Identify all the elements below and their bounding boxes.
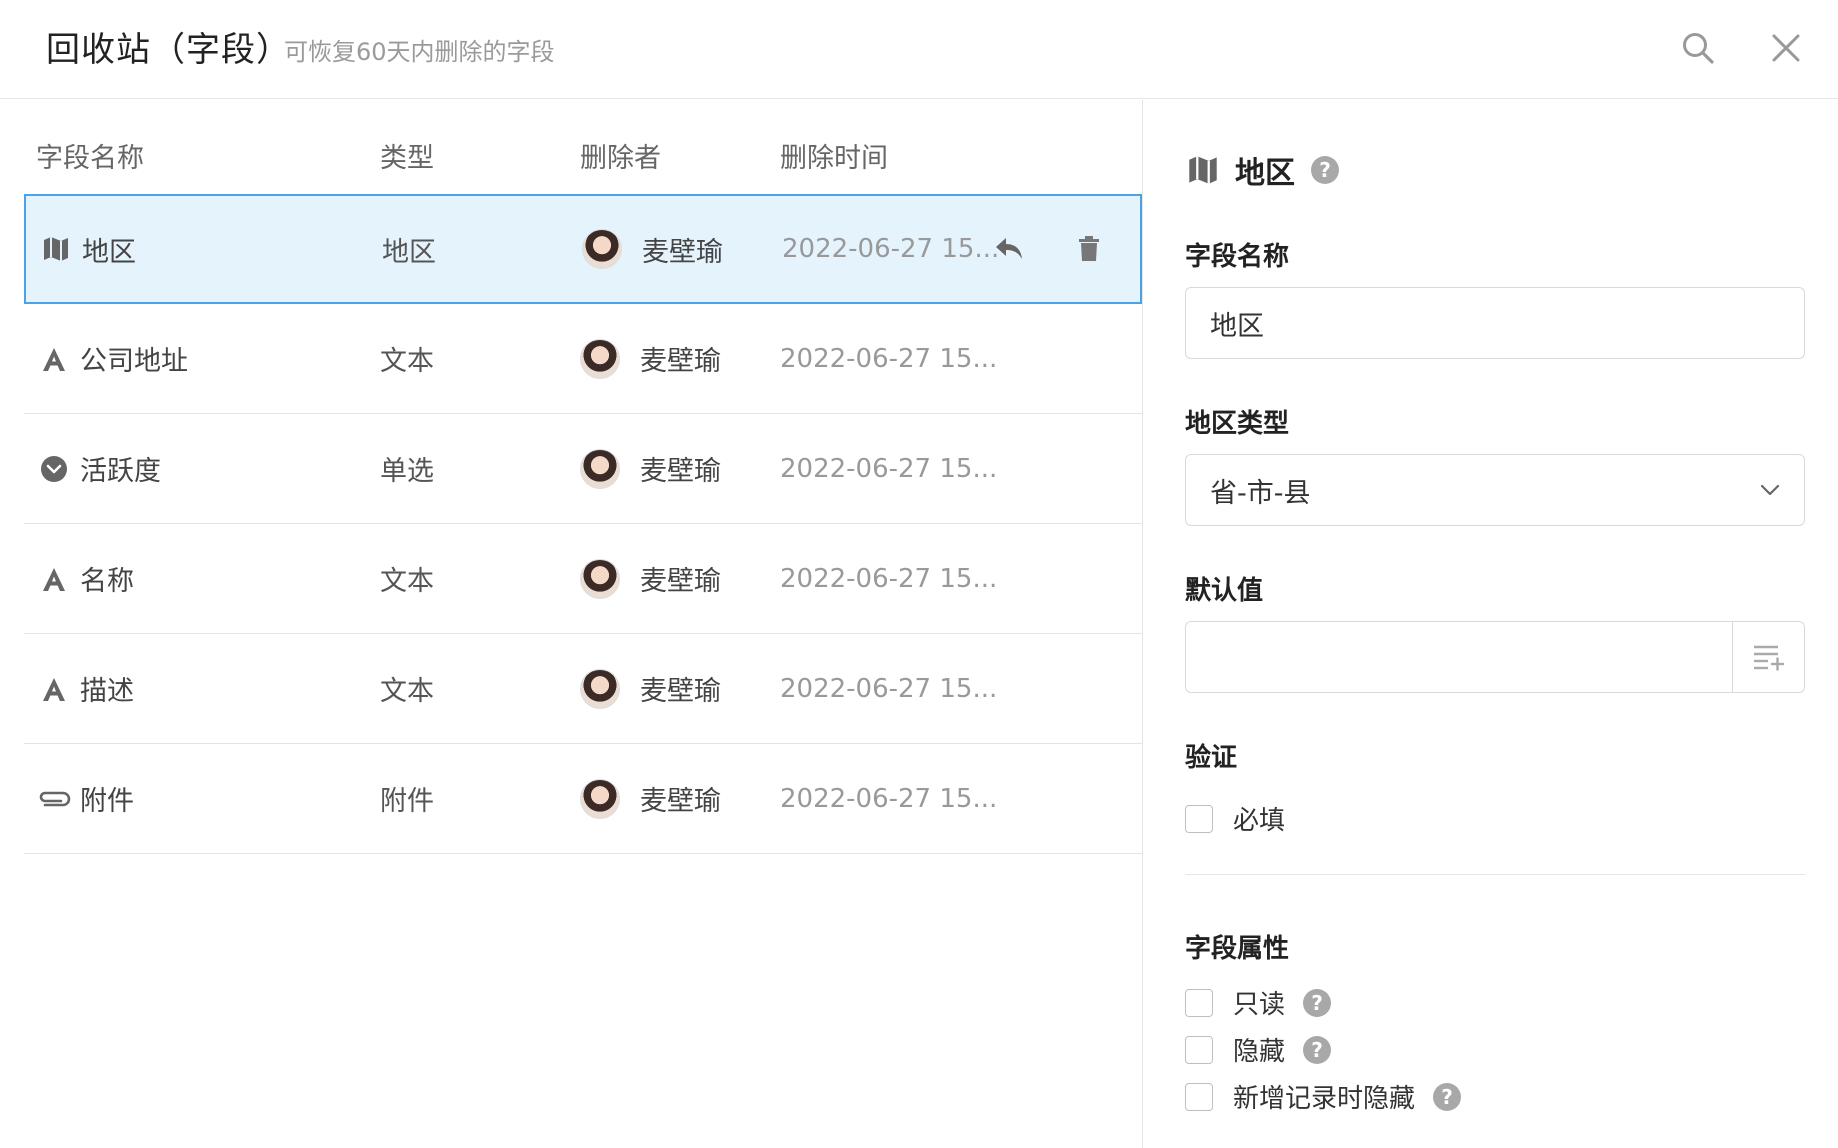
table-row[interactable]: 活跃度 单选 麦壁瑜 2022-06-27 15... [24, 414, 1142, 524]
hidden-label: 隐藏 [1233, 1037, 1286, 1067]
help-icon[interactable]: ? [1303, 988, 1332, 1017]
column-header-name: 字段名称 [36, 143, 144, 174]
deleter: 麦壁瑜 [580, 634, 721, 743]
deleter: 麦壁瑜 [580, 524, 721, 633]
deleter-name: 麦壁瑜 [640, 346, 721, 377]
text-icon [36, 304, 72, 413]
column-header-deleter: 删除者 [580, 143, 661, 174]
deleter: 麦壁瑜 [580, 744, 721, 853]
hidden-checkbox[interactable] [1185, 1035, 1213, 1064]
field-rows: 地区 地区 麦壁瑜 2022-06-27 15... 公司地址 文本 麦壁瑜 2… [24, 194, 1142, 854]
hide-on-new-label: 新增记录时隐藏 [1233, 1084, 1416, 1114]
detail-title: 地区 [1235, 156, 1295, 191]
field-type: 单选 [380, 456, 434, 487]
close-button[interactable] [1764, 26, 1808, 70]
detail-header: 地区 ? [1187, 148, 1339, 192]
text-icon [36, 634, 72, 743]
delete-time: 2022-06-27 15... [782, 234, 1000, 264]
help-icon[interactable]: ? [1303, 1035, 1332, 1064]
region-type-select[interactable]: 省-市-县 [1185, 454, 1805, 526]
dialog-subtitle: 可恢复60天内删除的字段 [284, 38, 555, 66]
attachment-icon [36, 744, 72, 853]
delete-time: 2022-06-27 15... [780, 453, 998, 484]
deleter: 麦壁瑜 [582, 196, 723, 302]
deleter-name: 麦壁瑜 [642, 236, 723, 268]
delete-time: 2022-06-27 15... [780, 343, 998, 374]
deleted-fields-list: 字段名称 类型 删除者 删除时间 地区 地区 麦壁瑜 2022-06-27 15… [0, 100, 1142, 1148]
close-icon [1772, 34, 1800, 62]
default-value-label: 默认值 [1185, 576, 1264, 606]
deleter-name: 麦壁瑜 [640, 456, 721, 487]
insert-formula-button[interactable] [1732, 622, 1804, 692]
field-type: 文本 [380, 676, 434, 707]
table-row[interactable]: 名称 文本 麦壁瑜 2022-06-27 15... [24, 524, 1142, 634]
readonly-checkbox[interactable] [1185, 988, 1213, 1017]
field-name-input[interactable]: 地区 [1185, 287, 1805, 359]
delete-time: 2022-06-27 15... [780, 673, 998, 704]
hide-on-new-checkbox[interactable] [1185, 1082, 1213, 1111]
avatar [580, 338, 620, 379]
delete-time: 2022-06-27 15... [780, 783, 998, 814]
field-name: 活跃度 [80, 456, 161, 487]
delete-time: 2022-06-27 15... [780, 563, 998, 594]
dialog-header: 回收站（字段） 可恢复60天内删除的字段 [0, 0, 1838, 99]
deleter: 麦壁瑜 [580, 304, 721, 413]
deleter-name: 麦壁瑜 [640, 566, 721, 597]
help-icon[interactable]: ? [1311, 156, 1339, 184]
restore-button[interactable] [994, 196, 1024, 302]
map-icon [1189, 156, 1217, 184]
field-detail-panel: 地区 ? 字段名称 地区 地区类型 省-市-县 默认值 验证 必填 字段属性 只… [1143, 100, 1838, 1148]
table-row[interactable]: 地区 地区 麦壁瑜 2022-06-27 15... [24, 194, 1142, 304]
field-name: 描述 [80, 676, 134, 707]
avatar [582, 229, 622, 269]
deleter: 麦壁瑜 [580, 414, 721, 523]
avatar [580, 778, 620, 819]
field-type: 文本 [380, 346, 434, 377]
field-props-label: 字段属性 [1185, 934, 1290, 964]
table-row[interactable]: 描述 文本 麦壁瑜 2022-06-27 15... [24, 634, 1142, 744]
dialog-title: 回收站（字段） [46, 30, 291, 70]
readonly-label: 只读 [1233, 990, 1286, 1020]
field-name-label: 字段名称 [1185, 242, 1290, 272]
field-type: 地区 [382, 236, 436, 268]
field-name: 公司地址 [80, 346, 188, 377]
deleter-name: 麦壁瑜 [640, 676, 721, 707]
chevron-down-icon [1760, 484, 1780, 496]
region-type-value: 省-市-县 [1210, 477, 1311, 509]
avatar [580, 558, 620, 599]
field-name: 附件 [80, 786, 134, 817]
field-name: 地区 [82, 236, 136, 268]
required-checkbox[interactable] [1185, 804, 1213, 833]
column-header-type: 类型 [380, 143, 434, 174]
required-label: 必填 [1233, 806, 1286, 836]
field-type: 附件 [380, 786, 434, 817]
help-icon[interactable]: ? [1433, 1082, 1462, 1111]
table-row[interactable]: 附件 附件 麦壁瑜 2022-06-27 15... [24, 744, 1142, 854]
text-icon [36, 524, 72, 633]
validation-label: 验证 [1185, 743, 1238, 773]
field-name-value: 地区 [1210, 310, 1264, 342]
hide-on-new-option[interactable]: 新增记录时隐藏 ? [1185, 1078, 1462, 1115]
avatar [580, 448, 620, 489]
search-icon [1683, 33, 1714, 64]
list-add-icon [1753, 645, 1784, 671]
restore-icon [996, 238, 1022, 259]
region-type-label: 地区类型 [1185, 409, 1290, 439]
required-option[interactable]: 必填 [1185, 800, 1285, 837]
readonly-option[interactable]: 只读 ? [1185, 984, 1332, 1021]
field-type: 文本 [380, 566, 434, 597]
trash-icon [1079, 236, 1099, 261]
column-header-time: 删除时间 [780, 143, 888, 174]
field-name: 名称 [80, 566, 134, 597]
search-button[interactable] [1676, 26, 1720, 70]
default-value-input[interactable] [1185, 621, 1805, 693]
hidden-option[interactable]: 隐藏 ? [1185, 1031, 1332, 1068]
delete-permanently-button[interactable] [1078, 196, 1100, 302]
section-divider [1185, 874, 1805, 875]
map-icon [38, 196, 74, 302]
avatar [580, 668, 620, 709]
single-select-icon [36, 414, 72, 523]
table-row[interactable]: 公司地址 文本 麦壁瑜 2022-06-27 15... [24, 304, 1142, 414]
deleter-name: 麦壁瑜 [640, 786, 721, 817]
